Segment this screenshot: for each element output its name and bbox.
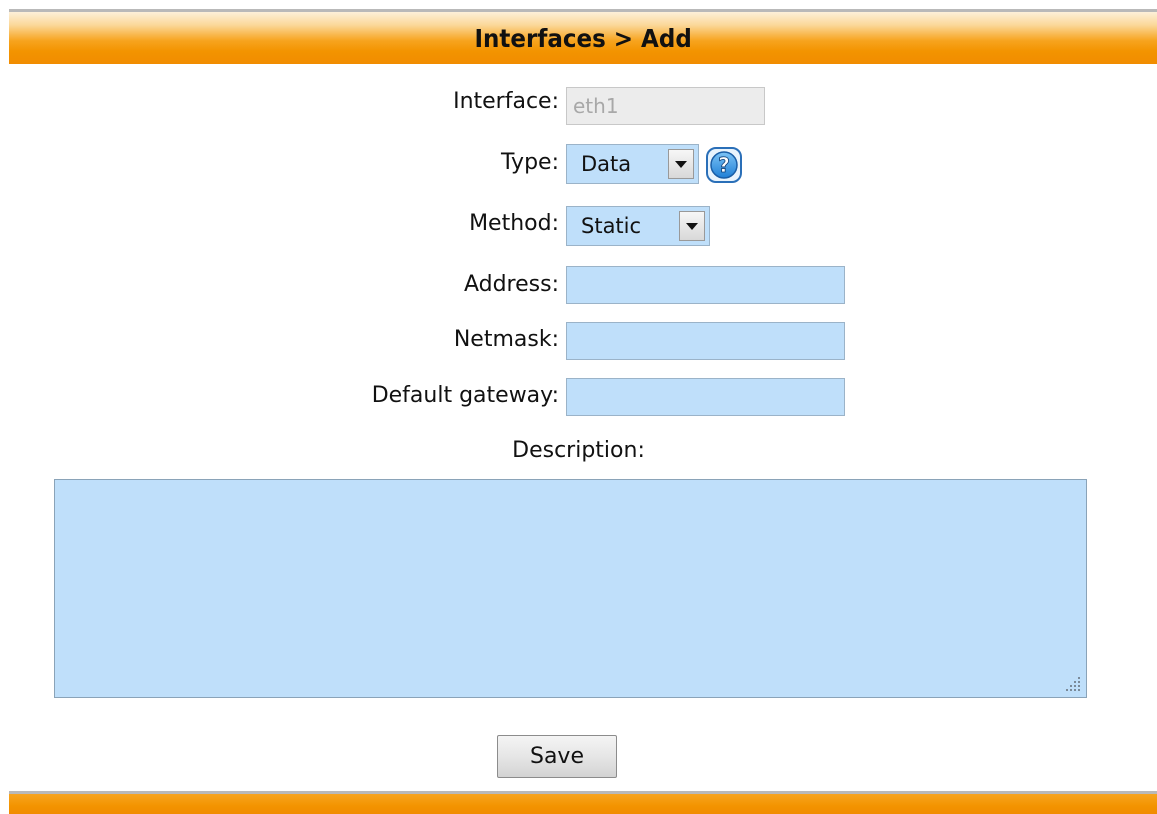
netmask-field[interactable] [566,322,845,360]
description-label: Description: [512,438,645,463]
type-label: Type: [501,150,559,175]
page-header: Interfaces > Add [9,9,1157,64]
type-select-value: Data [581,152,632,176]
resize-grip-icon[interactable] [1062,673,1082,693]
method-select-value: Static [581,214,642,238]
chevron-down-icon[interactable] [668,149,694,179]
gateway-label: Default gateway: [371,383,559,408]
description-textarea[interactable] [54,479,1087,698]
save-button[interactable]: Save [497,735,617,778]
chevron-down-icon[interactable] [679,211,705,241]
interface-field [566,87,765,125]
svg-text:?: ? [718,153,730,177]
netmask-label: Netmask: [453,327,559,352]
page-title: Interfaces > Add [474,23,692,53]
address-label: Address: [463,272,559,297]
interface-label: Interface: [453,89,559,114]
method-select[interactable]: Static [566,206,710,246]
type-select[interactable]: Data [566,144,699,184]
help-question-icon[interactable]: ? [705,146,743,184]
page-footer [9,791,1157,814]
address-field[interactable] [566,266,845,304]
method-label: Method: [469,211,559,236]
gateway-field[interactable] [566,378,845,416]
